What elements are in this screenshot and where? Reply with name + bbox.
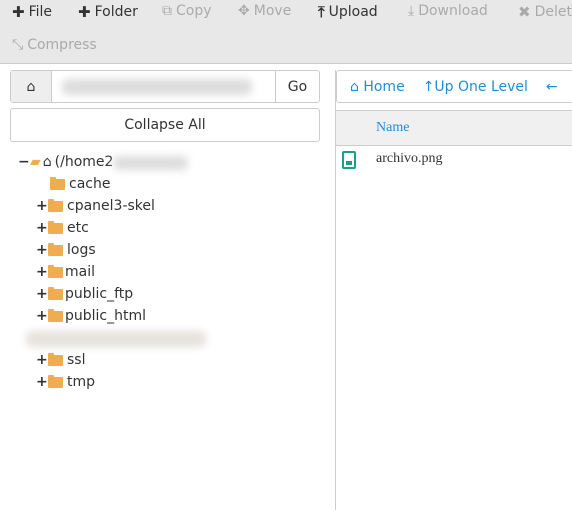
expand-toggle-icon[interactable]: +	[36, 198, 48, 214]
folder-icon	[48, 198, 63, 212]
tree-item[interactable]: + tmp	[36, 371, 95, 393]
expand-toggle-icon[interactable]: +	[36, 286, 48, 302]
upload-icon: ⤒	[318, 3, 325, 21]
go-button[interactable]: Go	[275, 71, 319, 102]
expand-toggle-icon[interactable]: +	[36, 242, 48, 258]
tree-item[interactable]: cache	[50, 173, 110, 195]
table-row[interactable]: archivo.png	[336, 147, 572, 173]
delete-button[interactable]: ✖Delete	[518, 3, 572, 21]
tree-item[interactable]: + cpanel3-skel	[36, 195, 155, 217]
tree-item[interactable]: + public_ftp	[36, 283, 133, 305]
toolbar: ✚ File ✚ Folder ⧉ Copy ✥ Move ⤒ Upload ⤓ Downl…	[0, 0, 572, 64]
tree-item-redacted[interactable]	[22, 327, 212, 349]
folder-icon	[48, 352, 63, 366]
back-button[interactable]: ←	[546, 79, 558, 95]
tree-root[interactable]: − ▰ ⌂ (/home2	[18, 151, 189, 173]
tree-item[interactable]: + logs	[36, 239, 96, 261]
tree-item[interactable]: + ssl	[36, 349, 85, 371]
path-input[interactable]	[52, 71, 275, 102]
navigation-bar: ⌂ Home ↑Up One Level ←	[336, 70, 572, 103]
image-file-icon	[342, 151, 356, 169]
close-icon: ✖	[518, 3, 531, 21]
folder-icon	[48, 374, 63, 388]
plus-icon: ✚	[12, 3, 25, 21]
home-icon[interactable]: ⌂	[11, 71, 52, 102]
file-name: archivo.png	[376, 151, 443, 166]
folder-icon	[48, 264, 63, 278]
path-bar: ⌂ Go	[10, 70, 320, 103]
expand-toggle-icon[interactable]: +	[36, 220, 48, 236]
folder-open-icon: ▰	[30, 154, 41, 170]
collapse-toggle-icon[interactable]: −	[18, 154, 30, 170]
expand-toggle-icon[interactable]: +	[36, 308, 48, 324]
expand-toggle-icon[interactable]: +	[36, 264, 48, 280]
expand-toggle-icon[interactable]: +	[36, 374, 48, 390]
new-file-button[interactable]: ✚ File	[12, 3, 52, 21]
name-column-header[interactable]: Name	[376, 120, 409, 136]
folder-icon	[50, 176, 65, 190]
upload-button[interactable]: ⤒ Upload	[318, 3, 378, 21]
up-one-level-button[interactable]: ↑Up One Level	[423, 79, 528, 95]
download-icon: ⤓	[408, 3, 415, 19]
compress-icon: ⤡	[12, 37, 24, 53]
copy-button[interactable]: ⧉ Copy	[162, 3, 212, 19]
tree-item[interactable]: + public_html	[36, 305, 146, 327]
collapse-all-button[interactable]: Collapse All	[10, 108, 320, 142]
new-folder-button[interactable]: ✚ Folder	[78, 3, 138, 21]
home-icon: ⌂	[42, 154, 52, 170]
folder-icon	[48, 308, 63, 322]
folder-icon	[48, 286, 63, 300]
plus-icon: ✚	[78, 3, 91, 21]
table-header: Name	[336, 110, 572, 146]
expand-toggle-icon[interactable]: +	[36, 352, 48, 368]
arrow-up-icon: ↑	[422, 78, 435, 95]
download-button[interactable]: ⤓ Download	[408, 3, 488, 19]
copy-icon: ⧉	[162, 3, 172, 19]
move-arrows-icon: ✥	[238, 3, 250, 19]
compress-button[interactable]: ⤡ Compress	[12, 37, 97, 53]
home-icon: ⌂	[350, 78, 359, 95]
arrow-left-icon: ←	[545, 78, 558, 95]
tree-item[interactable]: + etc	[36, 217, 89, 239]
tree-item[interactable]: + mail	[36, 261, 95, 283]
file-list-panel: ⌂ Home ↑Up One Level ← Name archivo.png	[335, 70, 572, 510]
home-nav-button[interactable]: ⌂ Home	[350, 79, 405, 95]
folder-icon	[48, 220, 63, 234]
folder-icon	[48, 242, 63, 256]
move-button[interactable]: ✥ Move	[238, 3, 291, 19]
